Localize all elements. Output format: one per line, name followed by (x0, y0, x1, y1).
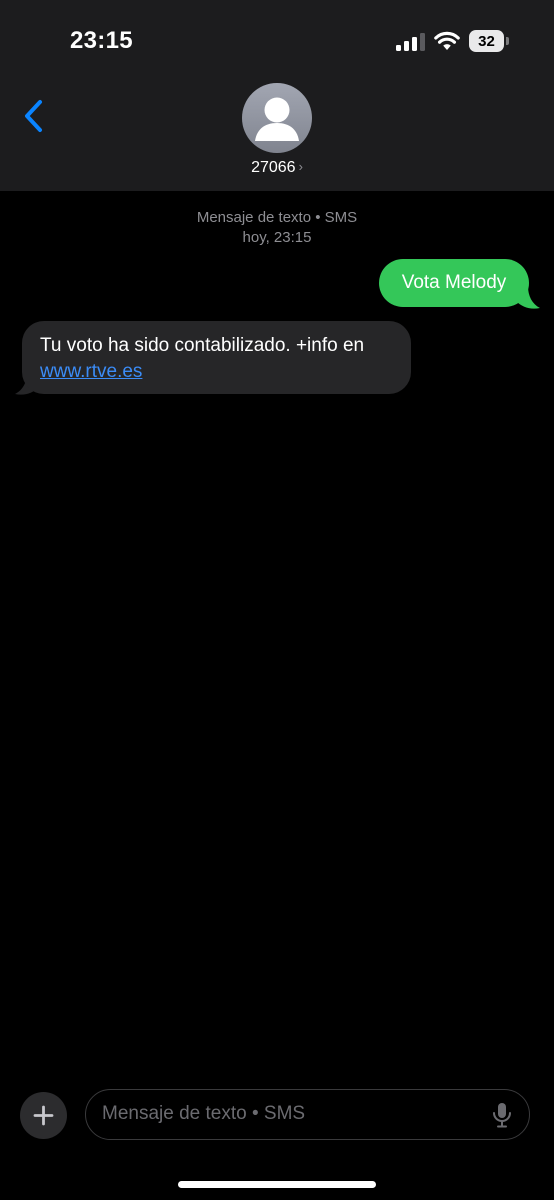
status-time: 23:15 (70, 27, 133, 54)
battery-indicator: 32 (469, 30, 509, 52)
chevron-left-icon[interactable] (20, 96, 48, 136)
contact-name: 27066 (251, 159, 296, 176)
message-text: Vota Melody (401, 272, 507, 293)
wifi-icon (434, 31, 460, 50)
plus-icon (33, 1105, 54, 1126)
chevron-right-icon: › (298, 159, 303, 174)
home-indicator[interactable] (178, 1181, 376, 1188)
battery-level: 32 (469, 30, 504, 52)
compose-field[interactable] (85, 1089, 530, 1140)
conversation-timestamp: hoy, 23:15 (242, 229, 312, 246)
contact-avatar[interactable] (242, 83, 312, 153)
battery-cap (506, 37, 509, 45)
person-silhouette-icon (255, 97, 299, 141)
contact-name-button[interactable]: 27066 › (0, 159, 554, 177)
cellular-signal-icon (396, 33, 425, 51)
messages-screen: 23:15 32 27066 › Mensaje de texto • SMS … (0, 0, 554, 1200)
message-input[interactable] (102, 1090, 472, 1138)
apps-plus-button[interactable] (20, 1092, 67, 1139)
service-label: Mensaje de texto • SMS (196, 209, 358, 226)
outgoing-message-bubble[interactable]: Vota Melody (379, 259, 529, 307)
microphone-icon[interactable] (490, 1102, 514, 1128)
conversation-header: 23:15 32 27066 › (0, 0, 554, 191)
incoming-message-bubble[interactable]: Tu voto ha sido contabilizado. +info en … (22, 321, 411, 394)
message-link[interactable]: www.rtve.es (40, 361, 142, 382)
message-text: Tu voto ha sido contabilizado. +info en (40, 335, 365, 356)
